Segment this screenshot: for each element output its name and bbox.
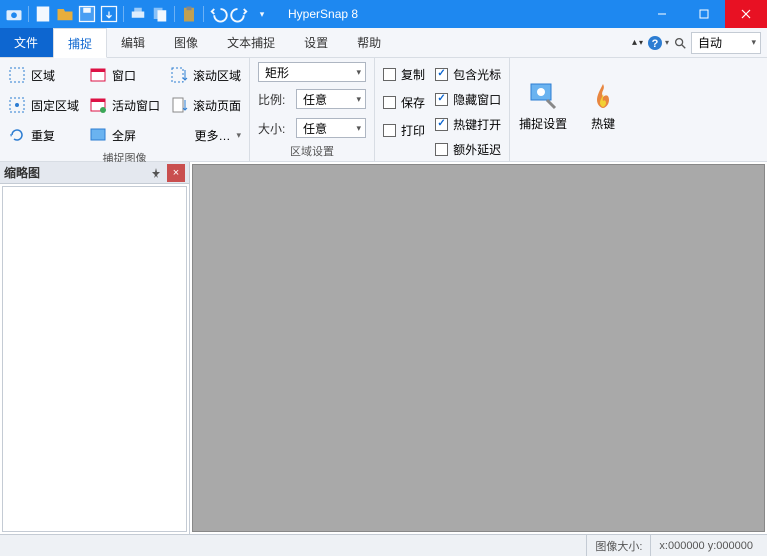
capture-repeat-button[interactable]: 重复 <box>8 122 79 148</box>
ratio-label: 比例: <box>258 91 290 108</box>
capture-more-button[interactable]: 更多…▾ <box>170 122 241 148</box>
chk-hide-window[interactable]: ✓隐藏窗口 <box>435 87 501 111</box>
qat-more-icon[interactable]: ▾ <box>252 4 272 24</box>
tab-capture[interactable]: 捕捉 <box>53 28 107 58</box>
checkbox-icon <box>383 124 396 137</box>
active-window-icon <box>89 96 107 114</box>
redo-icon[interactable] <box>230 4 250 24</box>
svg-text:?: ? <box>652 38 659 50</box>
checkbox-icon: ✓ <box>435 68 448 81</box>
hotkey-flame-icon <box>587 80 619 112</box>
size-combo[interactable]: 任意▾ <box>296 118 366 138</box>
window-icon <box>89 66 107 84</box>
capture-scroll-region-button[interactable]: 滚动区域 <box>170 62 241 88</box>
print-icon[interactable] <box>128 4 148 24</box>
undo-icon[interactable] <box>208 4 228 24</box>
shape-combo[interactable]: 矩形▾ <box>258 62 366 82</box>
chk-extra-delay[interactable]: 额外延迟 <box>435 137 501 161</box>
close-button[interactable] <box>725 0 767 28</box>
checkbox-icon <box>435 143 448 156</box>
capture-region-button[interactable]: 区域 <box>8 62 79 88</box>
capture-scroll-page-button[interactable]: 滚动页面 <box>170 92 241 118</box>
checkbox-icon: ✓ <box>435 118 448 131</box>
camera-icon[interactable] <box>4 4 24 24</box>
thumbnail-panel-header: 缩略图 × <box>0 162 189 184</box>
tab-file[interactable]: 文件 <box>0 28 53 57</box>
window-controls <box>641 0 767 28</box>
status-image-size: 图像大小: <box>586 535 650 556</box>
thumbnail-panel-title: 缩略图 <box>4 164 40 181</box>
capture-fixed-region-button[interactable]: 固定区域 <box>8 92 79 118</box>
chk-copy[interactable]: 复制 <box>383 62 425 86</box>
checkbox-icon: ✓ <box>435 93 448 106</box>
paste-icon[interactable] <box>179 4 199 24</box>
chevron-down-icon: ▾ <box>357 123 362 134</box>
size-label: 大小: <box>258 120 290 137</box>
capture-window-button[interactable]: 窗口 <box>89 62 160 88</box>
checkbox-icon <box>383 96 396 109</box>
app-title: HyperSnap 8 <box>288 7 358 21</box>
thumbnail-list[interactable] <box>2 186 187 532</box>
ratio-combo[interactable]: 任意▾ <box>296 89 366 109</box>
status-bar: 图像大小: x:000000 y:000000 <box>0 534 767 556</box>
chevron-down-icon: ▾ <box>751 37 756 48</box>
ribbon-group-settings: 捕捉设置 热键 <box>510 58 636 161</box>
copy-icon[interactable] <box>150 4 170 24</box>
help-search-value: 自动 <box>698 34 722 51</box>
hotkey-button[interactable]: 热键 <box>578 62 628 145</box>
menu-bar: 文件 捕捉 编辑 图像 文本捕捉 设置 帮助 ▴▾ ?▾ 自动 ▾ <box>0 28 767 58</box>
chevron-down-icon: ▾ <box>237 130 242 141</box>
new-icon[interactable] <box>33 4 53 24</box>
collapse-ribbon-icon[interactable]: ▴▾ <box>632 37 643 48</box>
help-search-combo[interactable]: 自动 ▾ <box>691 32 761 54</box>
tab-edit[interactable]: 编辑 <box>107 28 160 57</box>
tab-help[interactable]: 帮助 <box>343 28 396 57</box>
content-area: 缩略图 × <box>0 162 767 534</box>
chk-include-cursor[interactable]: ✓包含光标 <box>435 62 501 86</box>
tab-image[interactable]: 图像 <box>160 28 213 57</box>
chevron-down-icon: ▾ <box>357 94 362 105</box>
title-bar: ▾ HyperSnap 8 <box>0 0 767 28</box>
chk-print[interactable]: 打印 <box>383 118 425 142</box>
capture-active-window-button[interactable]: 活动窗口 <box>89 92 160 118</box>
fixed-region-icon <box>8 96 26 114</box>
capture-fullscreen-button[interactable]: 全屏 <box>89 122 160 148</box>
tab-textcapture[interactable]: 文本捕捉 <box>213 28 290 57</box>
status-coords: x:000000 y:000000 <box>650 535 761 556</box>
menubar-right-tools: ▴▾ ?▾ 自动 ▾ <box>632 28 767 57</box>
quick-access-toolbar: ▾ <box>0 4 276 24</box>
pin-icon[interactable] <box>147 164 165 182</box>
save-as-icon[interactable] <box>99 4 119 24</box>
scroll-region-icon <box>170 66 188 84</box>
checkbox-icon <box>383 68 396 81</box>
close-panel-button[interactable]: × <box>167 164 185 182</box>
minimize-button[interactable] <box>641 0 683 28</box>
open-icon[interactable] <box>55 4 75 24</box>
settings-wrench-icon <box>527 80 559 112</box>
ribbon: 区域 固定区域 重复 窗口 活动窗口 全屏 滚动区域 滚动页面 更多…▾ 捕捉图… <box>0 58 767 162</box>
region-icon <box>8 66 26 84</box>
search-icon[interactable] <box>673 36 687 50</box>
ribbon-group-capture-image: 区域 固定区域 重复 窗口 活动窗口 全屏 滚动区域 滚动页面 更多…▾ 捕捉图… <box>0 58 250 161</box>
chevron-down-icon: ▾ <box>357 67 362 78</box>
maximize-button[interactable] <box>683 0 725 28</box>
ribbon-group-region-settings: 矩形▾ 比例: 任意▾ 大小: 任意▾ 区域设置 <box>250 58 375 161</box>
capture-settings-button[interactable]: 捕捉设置 <box>518 62 568 145</box>
thumbnail-panel: 缩略图 × <box>0 162 190 534</box>
chk-hotkey-open[interactable]: ✓热键打开 <box>435 112 501 136</box>
editor-canvas[interactable] <box>192 164 765 532</box>
scroll-page-icon <box>170 96 188 114</box>
group-label-region: 区域设置 <box>258 141 366 159</box>
repeat-icon <box>8 126 26 144</box>
tab-settings[interactable]: 设置 <box>290 28 343 57</box>
chk-save[interactable]: 保存 <box>383 90 425 114</box>
save-icon[interactable] <box>77 4 97 24</box>
fullscreen-icon <box>89 126 107 144</box>
ribbon-group-auto: 复制 保存 打印 ✓包含光标 ✓隐藏窗口 ✓热键打开 额外延迟 自动 <box>375 58 510 161</box>
help-icon[interactable]: ?▾ <box>647 35 669 51</box>
